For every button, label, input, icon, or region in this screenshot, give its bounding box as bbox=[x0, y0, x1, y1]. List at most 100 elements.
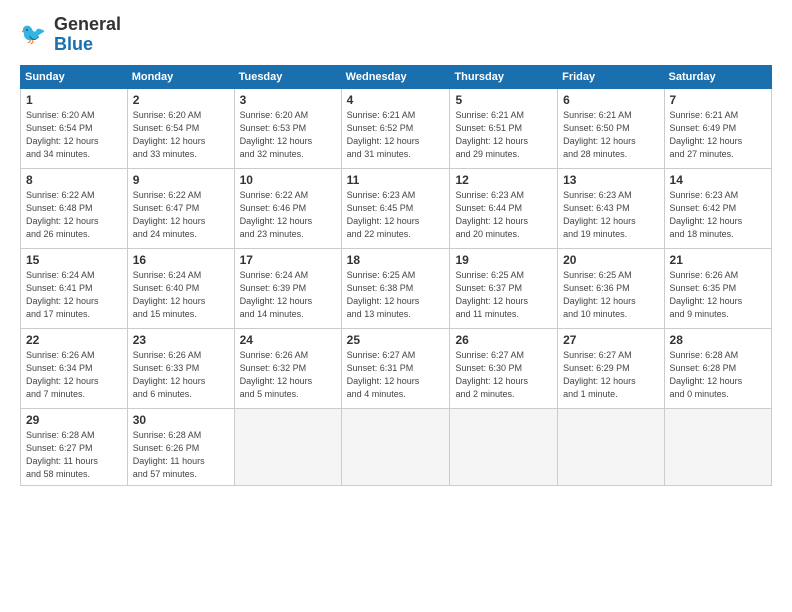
day-number: 5 bbox=[455, 93, 552, 107]
calendar-day-cell: 4Sunrise: 6:21 AM Sunset: 6:52 PM Daylig… bbox=[341, 88, 450, 168]
calendar-day-cell: 5 Sunrise: 6:21 AM Sunset: 6:51 PM Daylig… bbox=[450, 88, 558, 168]
calendar-day-cell: 23 Sunrise: 6:26 AM Sunset: 6:33 PM Dayli… bbox=[127, 328, 234, 408]
calendar-day-cell bbox=[558, 408, 664, 485]
day-number: 26 bbox=[455, 333, 552, 347]
calendar-table: SundayMondayTuesdayWednesdayThursdayFrid… bbox=[20, 65, 772, 486]
day-number: 12 bbox=[455, 173, 552, 187]
day-number: 9 bbox=[133, 173, 229, 187]
calendar-day-cell: 8Sunrise: 6:22 AM Sunset: 6:48 PM Daylig… bbox=[21, 168, 128, 248]
calendar-day-cell: 19 Sunrise: 6:25 AM Sunset: 6:37 PM Dayli… bbox=[450, 248, 558, 328]
calendar-header-row: SundayMondayTuesdayWednesdayThursdayFrid… bbox=[21, 65, 772, 88]
day-number: 7 bbox=[670, 93, 766, 107]
calendar-week-row: 22 Sunrise: 6:26 AM Sunset: 6:34 PM Dayli… bbox=[21, 328, 772, 408]
day-info: Sunrise: 6:25 AM Sunset: 6:36 PM Dayligh… bbox=[563, 269, 658, 321]
day-number: 19 bbox=[455, 253, 552, 267]
calendar-day-cell: 25Sunrise: 6:27 AM Sunset: 6:31 PM Dayli… bbox=[341, 328, 450, 408]
calendar-day-cell: 29Sunrise: 6:28 AM Sunset: 6:27 PM Dayli… bbox=[21, 408, 128, 485]
day-info: Sunrise: 6:23 AM Sunset: 6:43 PM Dayligh… bbox=[563, 189, 658, 241]
day-number: 16 bbox=[133, 253, 229, 267]
day-number: 11 bbox=[347, 173, 445, 187]
day-number: 17 bbox=[240, 253, 336, 267]
day-number: 8 bbox=[26, 173, 122, 187]
day-number: 30 bbox=[133, 413, 229, 427]
day-info: Sunrise: 6:21 AM Sunset: 6:50 PM Dayligh… bbox=[563, 109, 658, 161]
calendar-day-cell: 20 Sunrise: 6:25 AM Sunset: 6:36 PM Dayli… bbox=[558, 248, 664, 328]
day-info: Sunrise: 6:28 AM Sunset: 6:28 PM Dayligh… bbox=[670, 349, 766, 401]
logo-text: GeneralBlue bbox=[54, 15, 121, 55]
day-number: 6 bbox=[563, 93, 658, 107]
day-info: Sunrise: 6:24 AM Sunset: 6:41 PM Dayligh… bbox=[26, 269, 122, 321]
day-number: 14 bbox=[670, 173, 766, 187]
day-info: Sunrise: 6:27 AM Sunset: 6:29 PM Dayligh… bbox=[563, 349, 658, 401]
calendar-day-cell bbox=[450, 408, 558, 485]
day-info: Sunrise: 6:27 AM Sunset: 6:31 PM Dayligh… bbox=[347, 349, 445, 401]
calendar-day-cell: 26 Sunrise: 6:27 AM Sunset: 6:30 PM Dayli… bbox=[450, 328, 558, 408]
calendar-col-header: Wednesday bbox=[341, 65, 450, 88]
day-info: Sunrise: 6:26 AM Sunset: 6:32 PM Dayligh… bbox=[240, 349, 336, 401]
calendar-col-header: Thursday bbox=[450, 65, 558, 88]
day-number: 24 bbox=[240, 333, 336, 347]
day-info: Sunrise: 6:25 AM Sunset: 6:38 PM Dayligh… bbox=[347, 269, 445, 321]
day-number: 23 bbox=[133, 333, 229, 347]
day-info: Sunrise: 6:25 AM Sunset: 6:37 PM Dayligh… bbox=[455, 269, 552, 321]
day-number: 21 bbox=[670, 253, 766, 267]
calendar-day-cell bbox=[341, 408, 450, 485]
calendar-day-cell: 9 Sunrise: 6:22 AM Sunset: 6:47 PM Daylig… bbox=[127, 168, 234, 248]
calendar-day-cell bbox=[664, 408, 771, 485]
day-info: Sunrise: 6:26 AM Sunset: 6:34 PM Dayligh… bbox=[26, 349, 122, 401]
calendar-day-cell: 30 Sunrise: 6:28 AM Sunset: 6:26 PM Dayli… bbox=[127, 408, 234, 485]
day-info: Sunrise: 6:23 AM Sunset: 6:42 PM Dayligh… bbox=[670, 189, 766, 241]
day-info: Sunrise: 6:26 AM Sunset: 6:35 PM Dayligh… bbox=[670, 269, 766, 321]
day-number: 1 bbox=[26, 93, 122, 107]
calendar-day-cell: 28Sunrise: 6:28 AM Sunset: 6:28 PM Dayli… bbox=[664, 328, 771, 408]
calendar-day-cell: 16 Sunrise: 6:24 AM Sunset: 6:40 PM Dayli… bbox=[127, 248, 234, 328]
day-info: Sunrise: 6:21 AM Sunset: 6:52 PM Dayligh… bbox=[347, 109, 445, 161]
logo-icon: 🐦 bbox=[20, 20, 50, 50]
calendar-col-header: Saturday bbox=[664, 65, 771, 88]
calendar-day-cell: 2 Sunrise: 6:20 AM Sunset: 6:54 PM Daylig… bbox=[127, 88, 234, 168]
day-number: 3 bbox=[240, 93, 336, 107]
day-info: Sunrise: 6:28 AM Sunset: 6:26 PM Dayligh… bbox=[133, 429, 229, 481]
day-number: 2 bbox=[133, 93, 229, 107]
calendar-week-row: 8Sunrise: 6:22 AM Sunset: 6:48 PM Daylig… bbox=[21, 168, 772, 248]
day-number: 10 bbox=[240, 173, 336, 187]
calendar-col-header: Sunday bbox=[21, 65, 128, 88]
day-info: Sunrise: 6:23 AM Sunset: 6:44 PM Dayligh… bbox=[455, 189, 552, 241]
calendar-day-cell: 21 Sunrise: 6:26 AM Sunset: 6:35 PM Dayli… bbox=[664, 248, 771, 328]
day-info: Sunrise: 6:20 AM Sunset: 6:54 PM Dayligh… bbox=[26, 109, 122, 161]
day-info: Sunrise: 6:21 AM Sunset: 6:49 PM Dayligh… bbox=[670, 109, 766, 161]
calendar-day-cell: 13Sunrise: 6:23 AM Sunset: 6:43 PM Dayli… bbox=[558, 168, 664, 248]
calendar-col-header: Friday bbox=[558, 65, 664, 88]
day-info: Sunrise: 6:24 AM Sunset: 6:40 PM Dayligh… bbox=[133, 269, 229, 321]
day-info: Sunrise: 6:22 AM Sunset: 6:47 PM Dayligh… bbox=[133, 189, 229, 241]
day-info: Sunrise: 6:20 AM Sunset: 6:54 PM Dayligh… bbox=[133, 109, 229, 161]
day-info: Sunrise: 6:21 AM Sunset: 6:51 PM Dayligh… bbox=[455, 109, 552, 161]
svg-text:🐦: 🐦 bbox=[20, 23, 46, 46]
calendar-day-cell: 17 Sunrise: 6:24 AM Sunset: 6:39 PM Dayli… bbox=[234, 248, 341, 328]
calendar-day-cell: 12 Sunrise: 6:23 AM Sunset: 6:44 PM Dayli… bbox=[450, 168, 558, 248]
day-number: 20 bbox=[563, 253, 658, 267]
day-info: Sunrise: 6:26 AM Sunset: 6:33 PM Dayligh… bbox=[133, 349, 229, 401]
day-info: Sunrise: 6:22 AM Sunset: 6:46 PM Dayligh… bbox=[240, 189, 336, 241]
calendar-day-cell bbox=[234, 408, 341, 485]
calendar-day-cell: 24 Sunrise: 6:26 AM Sunset: 6:32 PM Dayli… bbox=[234, 328, 341, 408]
calendar-week-row: 29Sunrise: 6:28 AM Sunset: 6:27 PM Dayli… bbox=[21, 408, 772, 485]
calendar-week-row: 1 Sunrise: 6:20 AM Sunset: 6:54 PM Daylig… bbox=[21, 88, 772, 168]
day-number: 22 bbox=[26, 333, 122, 347]
calendar-day-cell: 10 Sunrise: 6:22 AM Sunset: 6:46 PM Dayli… bbox=[234, 168, 341, 248]
day-number: 18 bbox=[347, 253, 445, 267]
day-info: Sunrise: 6:24 AM Sunset: 6:39 PM Dayligh… bbox=[240, 269, 336, 321]
calendar-day-cell: 14 Sunrise: 6:23 AM Sunset: 6:42 PM Dayli… bbox=[664, 168, 771, 248]
calendar-day-cell: 18 Sunrise: 6:25 AM Sunset: 6:38 PM Dayli… bbox=[341, 248, 450, 328]
calendar-day-cell: 22 Sunrise: 6:26 AM Sunset: 6:34 PM Dayli… bbox=[21, 328, 128, 408]
day-number: 15 bbox=[26, 253, 122, 267]
calendar-day-cell: 3 Sunrise: 6:20 AM Sunset: 6:53 PM Daylig… bbox=[234, 88, 341, 168]
day-number: 27 bbox=[563, 333, 658, 347]
calendar-day-cell: 11Sunrise: 6:23 AM Sunset: 6:45 PM Dayli… bbox=[341, 168, 450, 248]
day-number: 29 bbox=[26, 413, 122, 427]
calendar-week-row: 15 Sunrise: 6:24 AM Sunset: 6:41 PM Dayli… bbox=[21, 248, 772, 328]
day-info: Sunrise: 6:20 AM Sunset: 6:53 PM Dayligh… bbox=[240, 109, 336, 161]
calendar-day-cell: 27 Sunrise: 6:27 AM Sunset: 6:29 PM Dayli… bbox=[558, 328, 664, 408]
calendar-day-cell: 1 Sunrise: 6:20 AM Sunset: 6:54 PM Daylig… bbox=[21, 88, 128, 168]
day-info: Sunrise: 6:27 AM Sunset: 6:30 PM Dayligh… bbox=[455, 349, 552, 401]
